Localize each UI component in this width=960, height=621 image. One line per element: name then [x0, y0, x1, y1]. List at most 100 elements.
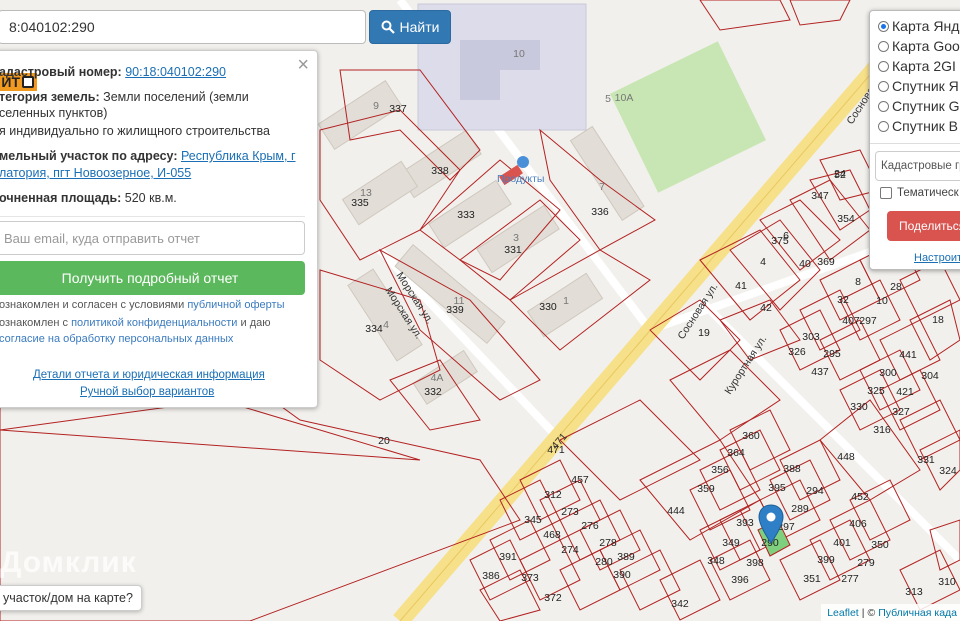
- layer-label: Карта Goo: [892, 38, 960, 54]
- plot-number: 437: [811, 366, 829, 378]
- layer-option-5[interactable]: Спутник В: [878, 118, 958, 134]
- map-attribution: Leaflet | © Публичная када: [821, 604, 960, 621]
- area-label: очненная площадь:: [0, 191, 122, 205]
- plot-number: 396: [731, 574, 749, 586]
- building-number: 1: [563, 295, 569, 307]
- plot-number: 19: [698, 327, 710, 339]
- plot-number: 421: [896, 386, 914, 398]
- plot-number: 4: [760, 256, 766, 268]
- address-link[interactable]: Республика Крым, г: [181, 149, 296, 163]
- plot-number: 335: [351, 197, 369, 209]
- cadastral-number-link[interactable]: 90:18:040102:290: [125, 65, 226, 79]
- plot-number: 6: [783, 230, 789, 242]
- plot-number: 338: [431, 165, 449, 177]
- layer-option-4[interactable]: Спутник G: [878, 98, 960, 114]
- plot-number: 360: [742, 430, 760, 442]
- building-number: 10А: [615, 92, 634, 104]
- close-icon[interactable]: ×: [297, 55, 309, 75]
- checkbox-icon[interactable]: [880, 187, 892, 199]
- plot-number: 441: [899, 349, 917, 361]
- area-value: 520 кв.м.: [124, 191, 177, 205]
- map-marker-icon[interactable]: [758, 504, 784, 544]
- details-link[interactable]: Детали отчета и юридическая информация: [33, 369, 265, 381]
- domclick-watermark: Домклик: [0, 546, 137, 579]
- manual-select-link[interactable]: Ручной выбор вариантов: [80, 386, 214, 398]
- category-value-line3: я индивидуально го жилищного строительст…: [0, 124, 270, 138]
- plot-number: 326: [788, 346, 806, 358]
- plot-number: 334: [365, 323, 383, 335]
- thematic-checkbox-row[interactable]: Тематическ: [880, 187, 959, 199]
- plot-number: 345: [524, 514, 542, 526]
- category-value-line2: селенных пунктов): [0, 106, 108, 120]
- plot-number: 330: [850, 401, 868, 413]
- layer-option-2[interactable]: Карта 2GI: [878, 58, 956, 74]
- privacy-link[interactable]: политикой конфиденциальности: [71, 317, 237, 329]
- search-input[interactable]: 8:040102:290: [0, 10, 366, 44]
- plot-number: 8: [855, 276, 861, 288]
- plot-number: 313: [905, 586, 923, 598]
- plot-number: 294: [806, 485, 824, 497]
- plot-number: 24: [834, 168, 846, 180]
- layer-label: Спутник В: [892, 118, 959, 134]
- plot-number: 324: [939, 465, 957, 477]
- settings-link[interactable]: Настроит: [914, 252, 960, 264]
- plot-number: 28: [890, 281, 902, 293]
- get-report-button[interactable]: Получить подробный отчет: [0, 261, 305, 295]
- plot-number: 359: [697, 483, 715, 495]
- plot-number: 327: [892, 406, 910, 418]
- attribution-source-link[interactable]: Публичная када: [878, 607, 957, 619]
- personal-data-link[interactable]: согласие на обработку персональных данны…: [0, 333, 233, 345]
- category-row: тегория земель: Земли поселений (земли: [0, 89, 249, 105]
- email-placeholder: Ваш email, куда отправить отчет: [4, 230, 200, 246]
- plot-number: 354: [837, 213, 855, 225]
- consent-text: и даю: [237, 317, 271, 329]
- plot-number: 297: [859, 315, 877, 327]
- plot-number: 40: [799, 258, 811, 270]
- plot-number: 42: [760, 302, 772, 314]
- plot-number: 336: [591, 206, 609, 218]
- plot-number: 388: [783, 463, 801, 475]
- report-button-label: Получить подробный отчет: [61, 270, 239, 286]
- plot-number: 331: [917, 454, 935, 466]
- radio-icon: [878, 120, 889, 132]
- plot-number: 350: [871, 539, 889, 551]
- plot-number: 333: [457, 209, 475, 221]
- plot-number: 316: [873, 424, 891, 436]
- address-row: мельный участок по адресу: Республика Кр…: [0, 148, 296, 164]
- category-value: Земли поселений (земли: [103, 90, 249, 104]
- thematic-label: Тематическ: [897, 187, 959, 199]
- address-label: мельный участок по адресу:: [0, 149, 178, 163]
- search-input-value: 8:040102:290: [9, 19, 95, 35]
- cadastral-label: адастровый номер:: [0, 65, 122, 79]
- layer-option-3[interactable]: Спутник Я: [878, 78, 959, 94]
- plot-number: 351: [803, 573, 821, 585]
- consent-line-1: ознакомлен и согласен с условиями публич…: [0, 297, 285, 313]
- attribution-separator: |: [861, 606, 865, 619]
- offer-link[interactable]: публичной оферты: [187, 299, 284, 311]
- building-number: 4А: [431, 372, 444, 384]
- email-field[interactable]: Ваш email, куда отправить отчет: [0, 221, 305, 255]
- plot-number: 278: [599, 537, 617, 549]
- overlay-select[interactable]: Кадастровые гр: [875, 151, 960, 181]
- plot-number: 289: [791, 503, 809, 515]
- leaflet-link[interactable]: Leaflet: [827, 607, 859, 619]
- consent-line-3: согласие на обработку персональных данны…: [0, 331, 233, 347]
- poi-label: Продукты: [497, 173, 544, 185]
- find-button[interactable]: Найти: [369, 10, 451, 44]
- address-link-line2[interactable]: латория, пгт Новоозерное, И-055: [0, 166, 191, 180]
- plot-number: 406: [849, 518, 867, 530]
- consent-text: ознакомлен с: [0, 317, 72, 329]
- find-plot-button[interactable]: участок/дом на карте?: [0, 585, 142, 611]
- divider: [870, 143, 960, 144]
- plot-number: 330: [539, 301, 557, 313]
- plot-number: 457: [571, 474, 589, 486]
- layer-option-1[interactable]: Карта Goo: [878, 38, 960, 54]
- layer-option-0[interactable]: Карта Янд: [878, 18, 959, 34]
- plot-number: 373: [521, 572, 539, 584]
- plot-number: 349: [722, 537, 740, 549]
- plot-number: 279: [857, 557, 875, 569]
- layer-label: Спутник G: [892, 98, 960, 114]
- search-icon: [381, 20, 395, 34]
- building-number: 4: [383, 319, 389, 331]
- share-button[interactable]: Поделиться: [887, 211, 960, 241]
